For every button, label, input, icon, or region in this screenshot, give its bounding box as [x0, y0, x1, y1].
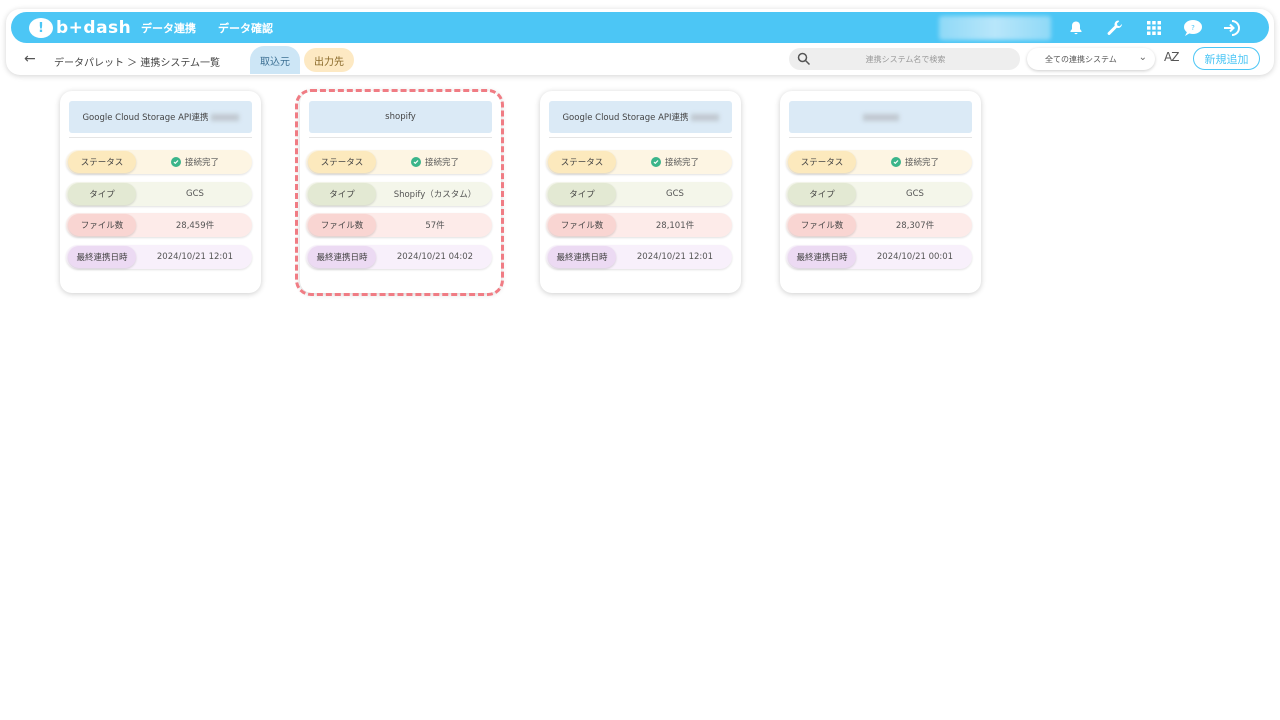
card-title: Google Cloud Storage API連携: [69, 101, 252, 133]
files-label: ファイル数: [548, 214, 616, 236]
last-sync-label: 最終連携日時: [68, 246, 136, 268]
check-circle-icon: [890, 157, 901, 167]
sub-bar: ← データパレット ＞ 連携システム一覧 取込元 出力先 連携システム名で検索 …: [6, 45, 1274, 75]
files-row: ファイル数 28,459件: [66, 213, 252, 237]
tab-output-destination[interactable]: 出力先: [304, 48, 354, 72]
tab-import-source[interactable]: 取込元: [250, 46, 300, 74]
add-new-button[interactable]: 新規追加: [1193, 47, 1260, 70]
type-label: タイプ: [68, 183, 136, 205]
files-row: ファイル数 28,101件: [546, 213, 732, 237]
nav-data-integration[interactable]: データ連携: [141, 20, 196, 36]
divider: [549, 137, 732, 138]
status-value: 接続完了: [138, 150, 252, 174]
breadcrumb: データパレット ＞ 連携システム一覧: [54, 58, 221, 69]
last-sync-row: 最終連携日時 2024/10/21 12:01: [66, 245, 252, 269]
last-sync-value: 2024/10/21 12:01: [156, 252, 234, 262]
files-label: ファイル数: [68, 214, 136, 236]
logo[interactable]: ! b+dash: [29, 16, 131, 40]
files-value: 28,101件: [655, 221, 695, 231]
type-value: GCS: [186, 189, 204, 199]
status-value: 接続完了: [618, 150, 732, 174]
system-card[interactable]: Google Cloud Storage API連携 ステータス 接続完了 タイプ…: [540, 91, 741, 293]
status-row: ステータス 接続完了: [66, 150, 252, 174]
top-nav: データ連携 データ確認: [141, 12, 273, 43]
blurred-text: [862, 113, 899, 121]
logo-text: b+dash: [56, 18, 132, 38]
logout-icon[interactable]: [1222, 18, 1242, 38]
last-sync-label: 最終連携日時: [788, 246, 856, 268]
type-row: タイプ GCS: [66, 182, 252, 206]
divider: [789, 137, 972, 138]
logo-icon: !: [29, 18, 53, 38]
files-value: 28,459件: [175, 221, 215, 231]
chevron-down-icon: ⌄: [1138, 52, 1147, 63]
status-value: 接続完了: [858, 150, 972, 174]
files-value: 28,307件: [895, 221, 935, 231]
divider: [69, 137, 252, 138]
status-row: ステータス 接続完了: [546, 150, 732, 174]
type-value: GCS: [906, 189, 924, 199]
search-placeholder: 連携システム名で検索: [865, 54, 946, 64]
back-arrow-icon[interactable]: ←: [24, 51, 36, 67]
filter-selected-value: 全ての連携システム: [1045, 54, 1117, 64]
type-row: タイプ GCS: [786, 182, 972, 206]
files-row: ファイル数 28,307件: [786, 213, 972, 237]
last-sync-label: 最終連携日時: [548, 246, 616, 268]
files-label: ファイル数: [788, 214, 856, 236]
help-chat-icon[interactable]: ?: [1183, 18, 1203, 38]
check-circle-icon: [170, 157, 181, 167]
svg-text:?: ?: [1191, 24, 1195, 32]
system-card[interactable]: Google Cloud Storage API連携 ステータス 接続完了 タイプ…: [60, 91, 261, 293]
blurred-text: [690, 113, 719, 121]
wrench-icon[interactable]: [1105, 18, 1125, 38]
type-label: タイプ: [548, 183, 616, 205]
last-sync-value: 2024/10/21 00:01: [876, 252, 954, 262]
search-icon: [797, 52, 811, 66]
type-row: タイプ GCS: [546, 182, 732, 206]
type-label: タイプ: [788, 183, 856, 205]
user-info-blurred[interactable]: [939, 16, 1051, 40]
card-title: Google Cloud Storage API連携: [549, 101, 732, 133]
grid-icon[interactable]: [1144, 18, 1164, 38]
last-sync-row: 最終連携日時 2024/10/21 12:01: [546, 245, 732, 269]
header: ! b+dash データ連携 データ確認 ? ← データパレット ＞ 連携システ…: [6, 9, 1274, 75]
system-filter-select[interactable]: 全ての連携システム ⌄: [1027, 48, 1155, 70]
status-label: ステータス: [68, 151, 136, 173]
blurred-text: [210, 113, 239, 121]
search-input[interactable]: 連携システム名で検索: [789, 48, 1020, 70]
top-bar: ! b+dash データ連携 データ確認 ?: [11, 12, 1269, 43]
last-sync-value: 2024/10/21 12:01: [636, 252, 714, 262]
status-label: ステータス: [788, 151, 856, 173]
check-circle-icon: [650, 157, 661, 167]
status-label: ステータス: [548, 151, 616, 173]
status-row: ステータス 接続完了: [786, 150, 972, 174]
highlight-dashed-outline: [295, 89, 504, 296]
sort-az-icon[interactable]: AZ: [1164, 50, 1179, 64]
nav-data-check[interactable]: データ確認: [218, 20, 273, 36]
bell-icon[interactable]: [1066, 18, 1086, 38]
last-sync-row: 最終連携日時 2024/10/21 00:01: [786, 245, 972, 269]
top-icons: ?: [1066, 12, 1242, 43]
type-value: GCS: [666, 189, 684, 199]
system-card[interactable]: ステータス 接続完了 タイプ GCS ファイル数 28,307件 最終連携日時 2024…: [780, 91, 981, 293]
card-title: [789, 101, 972, 133]
